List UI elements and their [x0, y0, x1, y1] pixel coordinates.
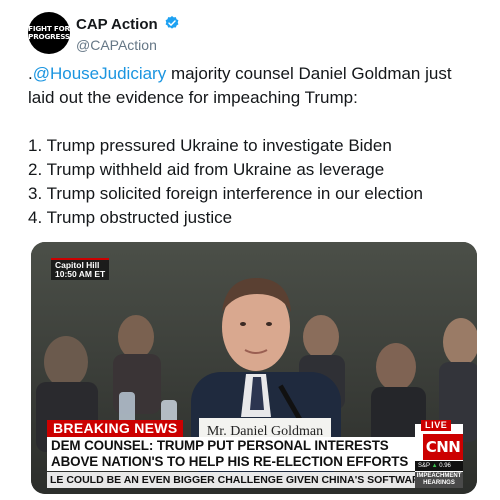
market-label: S&P: [418, 463, 430, 469]
avatar-text-line-2: PROGRESS: [28, 32, 70, 41]
cnn-logo: CNN: [423, 434, 463, 460]
headline: DEM COUNSEL: TRUMP PUT PERSONAL INTEREST…: [47, 437, 415, 471]
tweet-header: FIGHT FOR PROGRESS CAP Action @CAPAction: [28, 12, 472, 56]
news-crawl: LE COULD BE AN EVEN BIGGER CHALLENGE GIV…: [47, 472, 415, 488]
list-item: 3. Trump solicited foreign interference …: [28, 184, 423, 203]
tweet-text-line-2: laid out the evidence for impeaching Tru…: [28, 88, 358, 107]
list-item: 4. Trump obstructed justice: [28, 208, 233, 227]
mention-link[interactable]: @HouseJudiciary: [33, 64, 166, 83]
time-text: 10:50 AM ET: [55, 269, 106, 279]
headline-line-1: DEM COUNSEL: TRUMP PUT PERSONAL INTEREST…: [51, 438, 389, 453]
location-bug: Capitol Hill 10:50 AM ET: [51, 258, 110, 280]
program-tag-line-2: HEARINGS: [423, 480, 455, 486]
program-tag-line-1: IMPEACHMENT: [416, 473, 462, 479]
headline-line-2: ABOVE NATION'S TO HELP HIS RE-ELECTION E…: [51, 454, 409, 469]
handle[interactable]: @CAPAction: [76, 37, 157, 53]
video-thumbnail[interactable]: Mr. Daniel Goldman Capitol Hill 10:50 AM…: [31, 242, 477, 494]
live-badge: LIVE: [421, 420, 452, 431]
evidence-list: 1. Trump pressured Ukraine to investigat…: [28, 134, 478, 230]
program-tag: IMPEACHMENT HEARINGS: [415, 472, 463, 488]
list-item: 1. Trump pressured Ukraine to investigat…: [28, 136, 392, 155]
news-ticker: BREAKING NEWS DEM COUNSEL: TRUMP PUT PER…: [31, 420, 477, 494]
text-line-1-rest: majority counsel Daniel Goldman just: [166, 64, 452, 83]
avatar[interactable]: FIGHT FOR PROGRESS: [28, 12, 70, 54]
display-name[interactable]: CAP Action: [76, 15, 180, 33]
display-name-text: CAP Action: [76, 16, 158, 33]
verified-badge-icon: [165, 16, 179, 29]
market-value: 0.96: [439, 463, 451, 469]
tweet-text-line-1: .@HouseJudiciary majority counsel Daniel…: [28, 62, 478, 86]
market-ticker: S&P ▲ 0.96: [415, 461, 463, 471]
market-up-arrow-icon: ▲: [431, 463, 438, 469]
list-item: 2. Trump withheld aid from Ukraine as le…: [28, 160, 385, 179]
tweet-text: .@HouseJudiciary majority counsel Daniel…: [28, 62, 478, 230]
breaking-news-label: BREAKING NEWS: [47, 420, 184, 437]
